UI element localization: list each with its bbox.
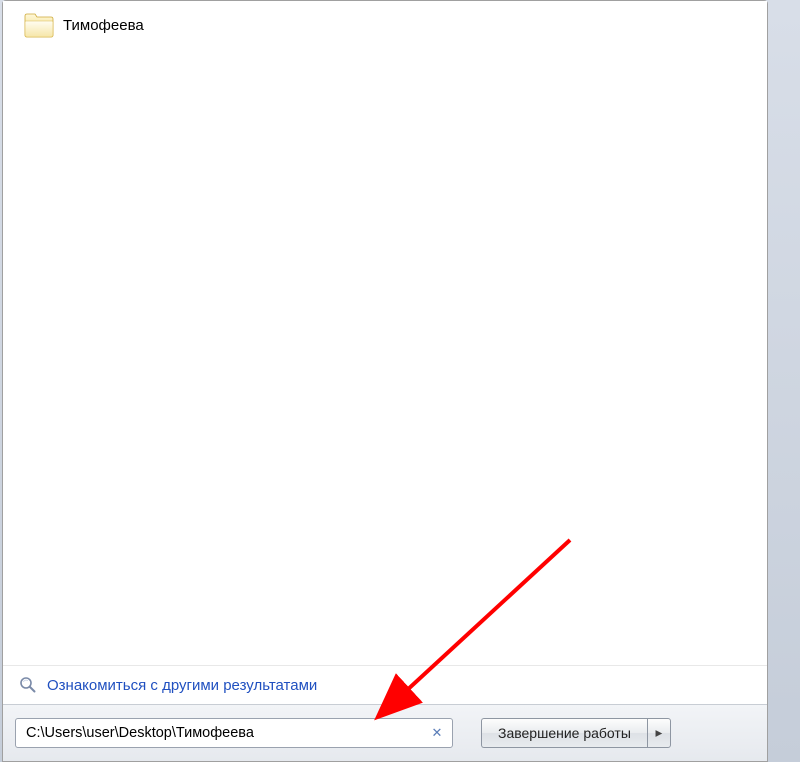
shutdown-button[interactable]: Завершение работы [481,718,647,748]
shutdown-button-group: Завершение работы ▸ [481,718,671,748]
start-menu-panel: Тимофеева Ознакомиться с другими результ… [2,0,768,762]
more-results-row[interactable]: Ознакомиться с другими результатами [3,665,767,704]
start-menu-bottom-bar: ✕ Завершение работы ▸ [3,704,767,761]
clear-search-icon[interactable]: ✕ [428,724,446,742]
chevron-right-icon: ▸ [656,725,663,741]
search-result-label: Тимофеева [63,17,144,34]
search-result-item[interactable]: Тимофеева [3,9,767,43]
shutdown-options-arrow[interactable]: ▸ [647,718,671,748]
magnifier-icon [19,676,37,694]
search-results-area: Тимофеева Ознакомиться с другими результ… [3,1,767,704]
search-box[interactable]: ✕ [15,718,453,748]
folder-icon [23,11,55,39]
more-results-link[interactable]: Ознакомиться с другими результатами [47,677,317,694]
search-input[interactable] [26,725,428,741]
